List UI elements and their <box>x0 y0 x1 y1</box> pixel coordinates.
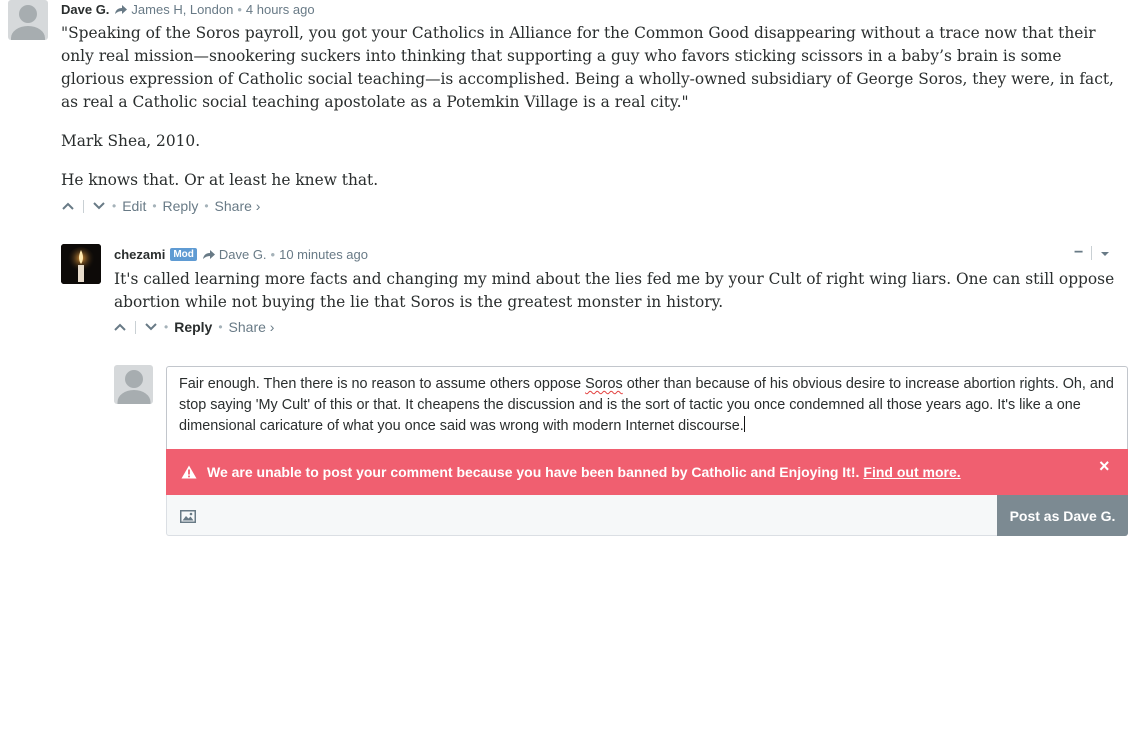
timestamp[interactable]: 10 minutes ago <box>279 247 368 262</box>
comment-paragraph: It's called learning more facts and chan… <box>114 270 1115 311</box>
reply-textarea[interactable]: Fair enough. Then there is no reason to … <box>179 374 1114 437</box>
share-link[interactable]: Share › <box>215 198 261 214</box>
error-message: We are unable to post your comment becau… <box>207 464 860 480</box>
comment-body: "Speaking of the Soros payroll, you got … <box>61 22 1121 192</box>
comment-meta: chezami Mod Dave G. • 10 minutes ago <box>114 247 368 262</box>
comment-paragraph: He knows that. Or at least he knew that. <box>61 171 379 189</box>
comment-actions: • Edit • Reply • Share › <box>61 198 260 214</box>
moderator-badge: Mod <box>170 248 197 261</box>
timestamp[interactable]: 4 hours ago <box>246 2 315 17</box>
image-upload-icon[interactable] <box>180 510 196 528</box>
reply-link[interactable]: Reply <box>174 319 212 335</box>
warning-icon <box>181 465 197 479</box>
error-banner: We are unable to post your comment becau… <box>166 449 1128 495</box>
comment-paragraph: Mark Shea, 2010. <box>61 132 201 150</box>
divider <box>135 320 136 334</box>
chevron-down-icon[interactable] <box>1100 245 1110 261</box>
reply-arrow-icon <box>115 4 128 14</box>
find-out-more-link[interactable]: Find out more. <box>863 464 960 480</box>
reply-link[interactable]: Reply <box>163 198 199 214</box>
separator-dot: • <box>270 247 276 262</box>
downvote-icon[interactable] <box>144 320 158 334</box>
avatar[interactable] <box>8 0 48 40</box>
post-button[interactable]: Post as Dave G. <box>997 495 1128 536</box>
upvote-icon[interactable] <box>113 320 127 334</box>
downvote-icon[interactable] <box>92 199 106 213</box>
comment-body: It's called learning more facts and chan… <box>114 268 1124 314</box>
share-link[interactable]: Share › <box>229 319 275 335</box>
comment-paragraph: "Speaking of the Soros payroll, you got … <box>61 24 1114 111</box>
divider <box>83 199 84 213</box>
candle-icon <box>61 244 101 284</box>
edit-link[interactable]: Edit <box>122 198 146 214</box>
author-name[interactable]: Dave G. <box>61 2 109 17</box>
author-name[interactable]: chezami <box>114 247 165 262</box>
reply-to-name[interactable]: Dave G. <box>219 247 267 262</box>
close-icon[interactable]: × <box>1099 456 1110 477</box>
comment-actions: • Reply • Share › <box>113 319 274 335</box>
upvote-icon[interactable] <box>61 199 75 213</box>
comment-controls: − <box>1074 244 1110 262</box>
reply-to-name[interactable]: James H, London <box>131 2 233 17</box>
avatar[interactable] <box>61 244 101 284</box>
comment-meta: Dave G. James H, London • 4 hours ago <box>61 2 315 17</box>
collapse-button[interactable]: − <box>1074 244 1083 262</box>
separator-dot: • <box>237 2 242 17</box>
reply-arrow-icon <box>202 249 215 259</box>
avatar <box>114 365 153 404</box>
editor-toolbar <box>166 495 1128 536</box>
text-cursor <box>743 416 745 432</box>
misspelled-word[interactable]: Soros <box>585 376 623 392</box>
